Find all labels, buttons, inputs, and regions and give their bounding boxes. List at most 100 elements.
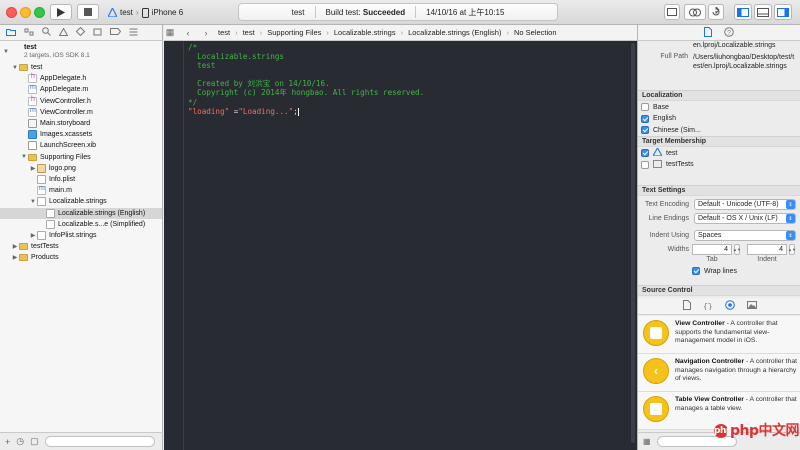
tree-row[interactable]: ▶ testTests	[0, 241, 162, 252]
tree-row[interactable]: Localizable.strings (English)	[0, 207, 162, 219]
back-chevron-icon[interactable]: ‹	[182, 28, 194, 38]
related-items-icon[interactable]: ▦	[164, 27, 176, 38]
code-text[interactable]: /* Localizable.strings test Created by 刘…	[188, 43, 424, 116]
tree-row[interactable]: Localizable.s...e (Simplified)	[0, 219, 162, 230]
issue-navigator-tab[interactable]	[58, 26, 69, 38]
find-navigator-tab[interactable]	[42, 27, 51, 38]
close-window-button[interactable]	[6, 7, 17, 18]
xib-file-icon	[28, 141, 37, 151]
scheme-selector[interactable]: test › iPhone 6	[108, 6, 183, 19]
localization-checkbox[interactable]	[641, 114, 649, 123]
tree-row[interactable]: LaunchScreen.xib	[0, 140, 162, 151]
assistant-editor-button[interactable]	[684, 4, 706, 20]
indent-width-stepper[interactable]: ▲▼	[788, 244, 796, 255]
media-library-tab[interactable]	[746, 301, 757, 311]
library-item[interactable]: View Controller - A controller that supp…	[638, 316, 800, 354]
tree-row[interactable]: Info.plist	[0, 174, 162, 185]
localization-row[interactable]: Base	[641, 102, 669, 112]
file-template-library-tab[interactable]	[682, 300, 691, 312]
code-line[interactable]: /*	[188, 43, 424, 52]
file-inspector-tab[interactable]	[704, 26, 712, 39]
localization-row[interactable]: Chinese (Sim...	[641, 125, 701, 135]
tree-row[interactable]: ViewController.h	[0, 96, 162, 107]
indent-using-select[interactable]: Spaces ⇕	[694, 230, 796, 241]
version-editor-button[interactable]	[708, 4, 724, 20]
debug-navigator-tab[interactable]	[93, 28, 102, 38]
tab-width-field[interactable]: 4	[692, 244, 732, 255]
code-line[interactable]: "loading" ="Loading...";	[188, 107, 424, 116]
tab-width-stepper[interactable]: ▲▼	[733, 244, 741, 255]
line-endings-select[interactable]: Default - OS X / Unix (LF) ⇕	[694, 213, 796, 224]
code-line[interactable]: Copyright (c) 2014年 hongbao. All rights …	[188, 88, 424, 97]
test-navigator-tab[interactable]	[75, 26, 86, 38]
tree-row[interactable]: ▼ Localizable.strings	[0, 196, 162, 207]
breadcrumb-item[interactable]: Supporting Files	[267, 28, 321, 37]
object-library-tab[interactable]	[724, 300, 735, 312]
disclosure-triangle-icon[interactable]: ▶	[29, 165, 37, 172]
stop-button[interactable]	[77, 4, 99, 20]
add-file-button[interactable]: +	[5, 437, 10, 447]
tree-row[interactable]: ▶ Products	[0, 252, 162, 263]
standard-editor-button[interactable]	[664, 4, 680, 20]
target-row[interactable]: testTests	[641, 159, 694, 170]
tree-row[interactable]: ViewController.m	[0, 107, 162, 118]
disclosure-triangle-icon[interactable]: ▶	[29, 232, 37, 239]
disclosure-triangle-icon[interactable]: ▼	[29, 199, 37, 205]
tree-row[interactable]: ▶ logo.png	[0, 163, 162, 174]
tree-row[interactable]: ▼ Supporting Files	[0, 152, 162, 163]
breadcrumb-item[interactable]: test	[243, 28, 255, 37]
disclosure-triangle-icon[interactable]: ▼	[2, 49, 10, 55]
tree-row[interactable]: AppDelegate.m	[0, 84, 162, 95]
wrap-lines-checkbox[interactable]	[692, 267, 700, 275]
project-navigator-tab[interactable]	[6, 28, 16, 38]
tree-row[interactable]: main.m	[0, 185, 162, 196]
zoom-window-button[interactable]	[34, 7, 45, 18]
breadcrumb-item[interactable]: Localizable.strings (English)	[408, 28, 501, 37]
breadcrumb-item[interactable]: No Selection	[514, 28, 557, 37]
source-editor[interactable]: /* Localizable.strings test Created by 刘…	[164, 41, 637, 450]
disclosure-triangle-icon[interactable]: ▼	[20, 154, 28, 160]
tree-row[interactable]: AppDelegate.h	[0, 73, 162, 84]
code-line[interactable]	[188, 70, 424, 79]
disclosure-triangle-icon[interactable]: ▶	[11, 254, 19, 261]
localization-checkbox[interactable]	[641, 103, 649, 111]
code-line[interactable]: Localizable.strings	[188, 52, 424, 61]
target-checkbox[interactable]	[641, 149, 649, 157]
breakpoint-navigator-tab[interactable]	[110, 28, 122, 37]
code-line[interactable]: test	[188, 61, 424, 70]
tree-row[interactable]: ▼ test	[0, 62, 162, 73]
localization-row[interactable]: English	[641, 114, 676, 124]
tree-row[interactable]: ▼ test 2 targets, iOS SDK 8.1	[0, 43, 162, 60]
quick-help-tab[interactable]: ?	[724, 26, 734, 39]
toggle-debug-area-button[interactable]	[754, 4, 772, 20]
navigator-filter-field[interactable]	[44, 436, 155, 447]
toggle-navigator-button[interactable]	[734, 4, 752, 20]
indent-width-field[interactable]: 4	[747, 244, 787, 255]
library-item[interactable]: ‹ Navigation Controller - A controller th…	[638, 354, 800, 392]
text-encoding-select[interactable]: Default - Unicode (UTF-8) ⇕	[694, 199, 796, 210]
forward-chevron-icon[interactable]: ›	[200, 28, 212, 38]
code-line[interactable]: */	[188, 98, 424, 107]
disclosure-triangle-icon[interactable]: ▶	[11, 243, 19, 250]
recent-files-icon[interactable]: ◷	[16, 436, 24, 447]
line-gutter[interactable]	[164, 41, 184, 450]
tree-row[interactable]: ▶ InfoPlist.strings	[0, 230, 162, 241]
run-button[interactable]	[50, 4, 72, 20]
scm-status-filter-icon[interactable]: ▢	[30, 436, 39, 447]
minimize-window-button[interactable]	[20, 7, 31, 18]
toggle-utilities-button[interactable]	[774, 4, 792, 20]
code-snippet-library-tab[interactable]: {}	[703, 301, 713, 312]
target-checkbox[interactable]	[641, 160, 649, 169]
tree-row[interactable]: Main.storyboard	[0, 118, 162, 129]
disclosure-triangle-icon[interactable]: ▼	[11, 65, 19, 71]
editor-scrollbar[interactable]	[631, 43, 635, 443]
target-row[interactable]: test	[641, 146, 677, 158]
report-navigator-tab[interactable]	[129, 28, 138, 38]
breadcrumb-item[interactable]: Localizable.strings	[334, 28, 396, 37]
grid-view-icon[interactable]: ▦	[643, 437, 651, 446]
wrap-lines-row[interactable]: Wrap lines	[692, 266, 737, 276]
localization-checkbox[interactable]	[641, 126, 649, 134]
breadcrumb-item[interactable]: test	[218, 28, 230, 37]
symbol-navigator-tab[interactable]	[24, 28, 34, 38]
tree-row[interactable]: Images.xcassets	[0, 129, 162, 140]
